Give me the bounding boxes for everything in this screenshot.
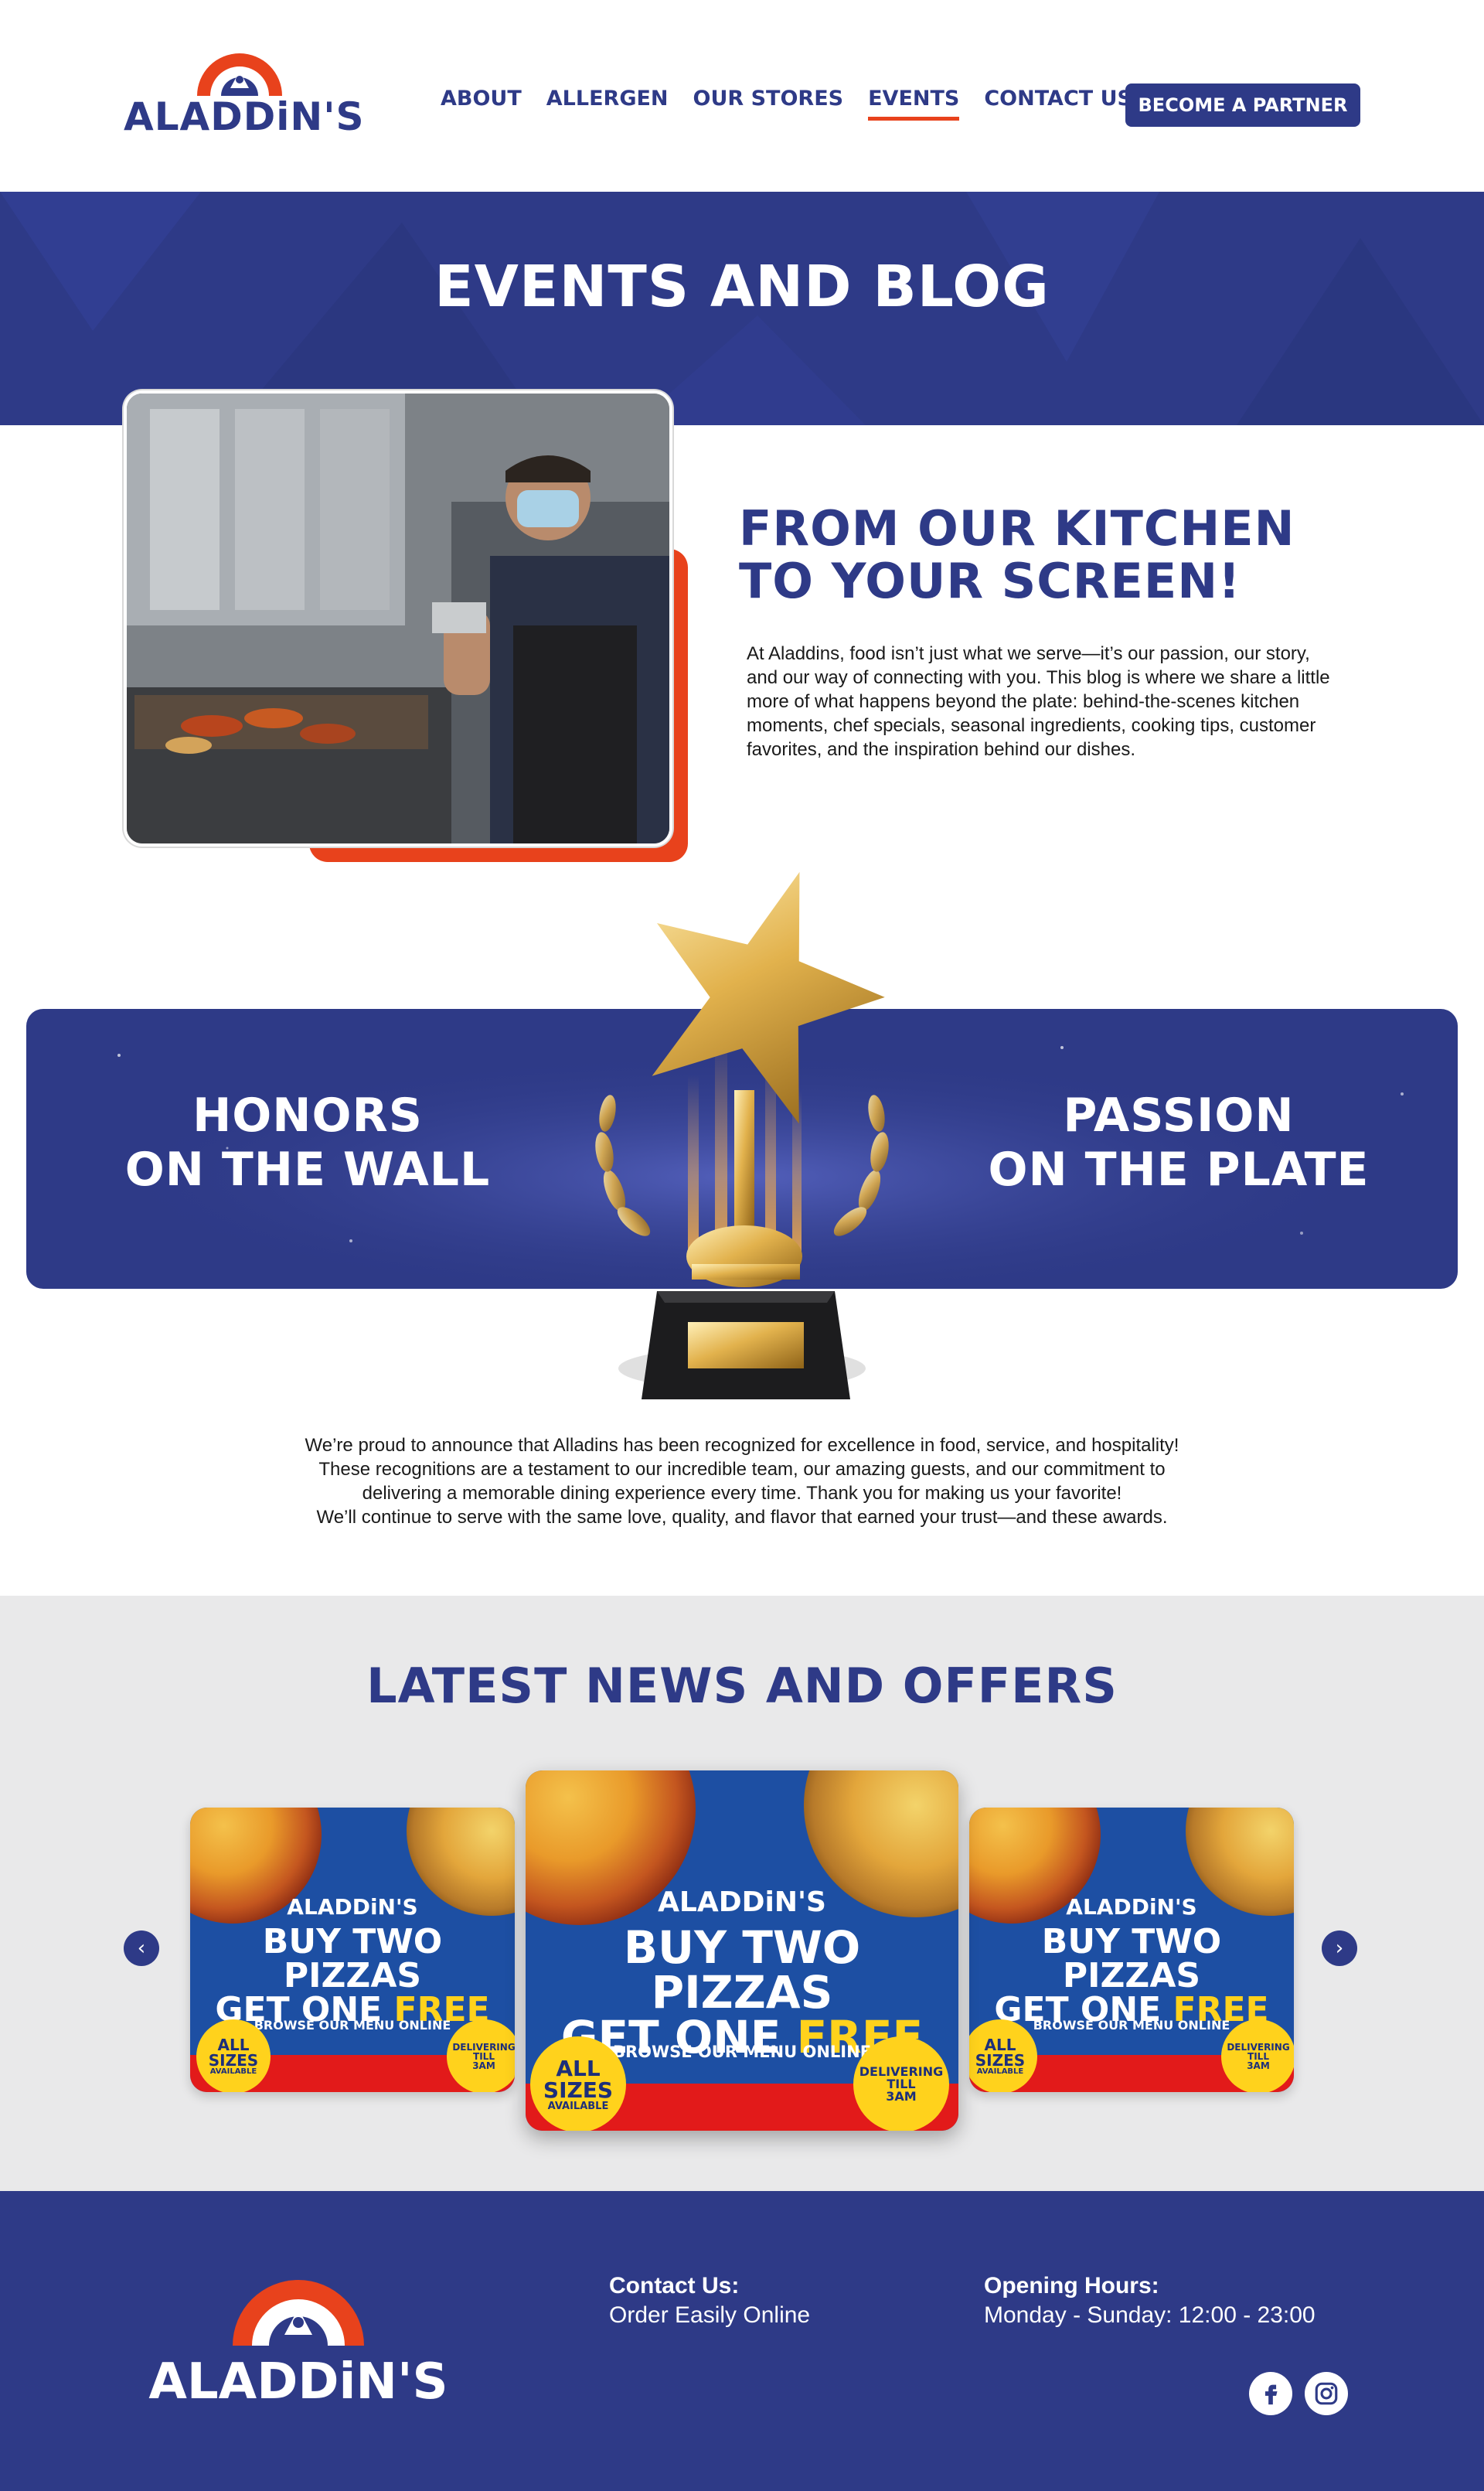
passion-heading: Passion on the plate bbox=[900, 1089, 1457, 1197]
awards-text-line-4: We’ll continue to serve with the same lo… bbox=[316, 1507, 1168, 1528]
honors-line-2: on the wall bbox=[124, 1143, 491, 1197]
nav-about[interactable]: About bbox=[441, 87, 522, 121]
trophy-icon bbox=[595, 871, 889, 1399]
delivery-badge: DELIVERING TILL 3AM bbox=[1221, 2019, 1294, 2092]
main-nav: About Allergen Our Stores Events Contact… bbox=[441, 87, 1132, 121]
delivery-badge-line-3: 3AM bbox=[472, 2060, 495, 2071]
intro-title-line-2: to your screen! bbox=[739, 553, 1241, 609]
nav-contact-us[interactable]: Contact Us bbox=[984, 87, 1132, 121]
footer-logo-mark-icon bbox=[233, 2280, 364, 2346]
carousel-next-button[interactable]: › bbox=[1322, 1930, 1357, 1966]
card-brand: ALADDiN'S bbox=[658, 1886, 826, 1918]
sizes-badge-line-2: SIZES bbox=[543, 2077, 614, 2103]
sizes-badge-line-2: SIZES bbox=[975, 2051, 1026, 2070]
hours-label: Opening Hours: bbox=[984, 2273, 1159, 2298]
sizes-badge: ALL SIZES AVAILABLE bbox=[196, 2019, 271, 2092]
card-brand: ALADDiN'S bbox=[287, 1894, 418, 1920]
sizes-badge-line-3: AVAILABLE bbox=[209, 2067, 257, 2076]
card-headline-line-1: BUY TWO PIZZAS bbox=[1041, 1922, 1222, 1995]
awards-text: We’re proud to announce that Alladins ha… bbox=[201, 1433, 1283, 1529]
sizes-badge: ALL SIZES AVAILABLE bbox=[530, 2036, 626, 2131]
footer-brand-logo[interactable]: ALADDiN'S bbox=[136, 2268, 461, 2438]
facebook-icon bbox=[1264, 2384, 1278, 2405]
card-brand: ALADDiN'S bbox=[1066, 1894, 1197, 1920]
site-footer: ALADDiN'S Contact Us: Order Easily Onlin… bbox=[0, 2191, 1484, 2491]
contact-value[interactable]: Order Easily Online bbox=[609, 2302, 810, 2329]
delivery-badge: DELIVERING TILL 3AM bbox=[853, 2036, 949, 2131]
intro-title: From our kitchen to your screen! bbox=[739, 503, 1357, 608]
news-section: Latest news and offers ‹ › ALADDiN'S BUY… bbox=[0, 1596, 1484, 2191]
carousel-prev-button[interactable]: ‹ bbox=[124, 1930, 159, 1966]
card-headline: BUY TWO PIZZAS GET ONE FREE bbox=[190, 1925, 515, 2027]
delivery-badge-line-3: 3AM bbox=[1247, 2060, 1270, 2071]
contact-label: Contact Us: bbox=[609, 2273, 740, 2298]
passion-line-2: on the plate bbox=[988, 1143, 1370, 1197]
become-partner-button[interactable]: Become a Partner bbox=[1125, 83, 1360, 127]
brand-name: ALADDiN'S bbox=[124, 94, 365, 139]
chevron-left-icon: ‹ bbox=[137, 1937, 146, 1960]
sizes-badge: ALL SIZES AVAILABLE bbox=[969, 2019, 1037, 2092]
instagram-link[interactable] bbox=[1305, 2372, 1348, 2415]
intro-title-line-1: From our kitchen bbox=[739, 500, 1295, 557]
instagram-icon bbox=[1315, 2382, 1338, 2405]
brand-logo[interactable]: ALADDiN'S bbox=[124, 40, 365, 141]
sizes-badge-line-1: ALL bbox=[556, 2055, 601, 2081]
awards-text-line-3: delivering a memorable dining experience… bbox=[362, 1483, 1122, 1504]
awards-text-line-1: We’re proud to announce that Alladins ha… bbox=[305, 1435, 1179, 1456]
sizes-badge-line-1: ALL bbox=[984, 2036, 1016, 2054]
news-title: Latest news and offers bbox=[366, 1658, 1118, 1714]
logo-mark-icon bbox=[197, 53, 282, 96]
offer-card-featured[interactable]: ALADDiN'S BUY TWO PIZZAS GET ONE FREE BR… bbox=[526, 1770, 958, 2131]
honors-heading: Honors on the wall bbox=[26, 1089, 589, 1197]
page-title: Events and Blog bbox=[434, 254, 1050, 320]
chef-photo bbox=[124, 390, 672, 847]
intro-text: At Aladdins, food isn’t just what we ser… bbox=[747, 643, 1330, 760]
sizes-badge-line-3: AVAILABLE bbox=[976, 2067, 1024, 2076]
facebook-link[interactable] bbox=[1249, 2372, 1292, 2415]
honors-line-1: Honors bbox=[192, 1089, 423, 1143]
sizes-badge-line-2: SIZES bbox=[208, 2051, 259, 2070]
card-headline-line-1: BUY TWO PIZZAS bbox=[623, 1921, 861, 2019]
footer-brand-name: ALADDiN'S bbox=[148, 2353, 448, 2411]
offer-card[interactable]: ALADDiN'S BUY TWO PIZZAS GET ONE FREE BR… bbox=[190, 1808, 515, 2092]
card-headline-line-1: BUY TWO PIZZAS bbox=[262, 1922, 443, 1995]
nav-allergen[interactable]: Allergen bbox=[546, 87, 669, 121]
chevron-right-icon: › bbox=[1335, 1937, 1344, 1960]
site-header: ALADDiN'S About Allergen Our Stores Even… bbox=[0, 0, 1484, 192]
sizes-badge-line-3: AVAILABLE bbox=[547, 2100, 609, 2112]
awards-text-line-2: These recognitions are a testament to ou… bbox=[318, 1459, 1166, 1480]
passion-line-1: Passion bbox=[1063, 1089, 1295, 1143]
nav-events[interactable]: Events bbox=[868, 87, 960, 121]
hours-value: Monday - Sunday: 12:00 - 23:00 bbox=[984, 2302, 1316, 2328]
sizes-badge-line-1: ALL bbox=[217, 2036, 250, 2054]
nav-our-stores[interactable]: Our Stores bbox=[693, 87, 844, 121]
delivery-badge-line-3: 3AM bbox=[886, 2089, 917, 2104]
delivery-badge: DELIVERING TILL 3AM bbox=[447, 2019, 515, 2092]
offer-card[interactable]: ALADDiN'S BUY TWO PIZZAS GET ONE FREE BR… bbox=[969, 1808, 1294, 2092]
card-headline: BUY TWO PIZZAS GET ONE FREE bbox=[969, 1925, 1294, 2027]
